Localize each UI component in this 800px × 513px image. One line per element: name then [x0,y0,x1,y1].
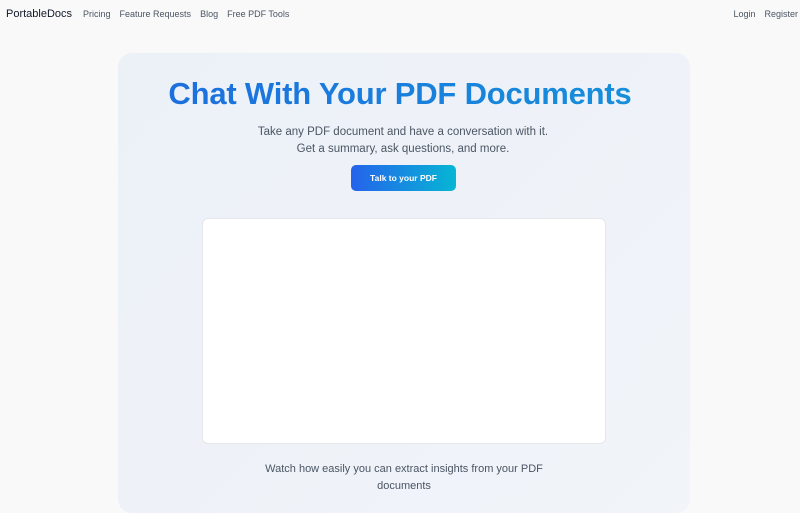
nav-link-feature-requests[interactable]: Feature Requests [120,9,192,19]
hero-title: Chat With Your PDF Documents [0,76,800,112]
talk-to-your-pdf-button[interactable]: Talk to your PDF [351,165,456,191]
nav-link-blog[interactable]: Blog [200,9,218,19]
demo-video-panel[interactable] [202,218,606,444]
login-link[interactable]: Login [733,9,755,19]
register-link[interactable]: Register [764,9,798,19]
auth-links: Login Register [733,9,798,19]
brand-logo-link[interactable]: PortableDocs [6,8,72,20]
top-navbar: PortableDocs Pricing Feature Requests Bl… [0,0,800,30]
demo-caption: Watch how easily you can extract insight… [265,463,543,492]
nav-link-free-pdf-tools[interactable]: Free PDF Tools [227,9,289,19]
nav-link-pricing[interactable]: Pricing [83,9,111,19]
nav-links: Pricing Feature Requests Blog Free PDF T… [83,9,289,19]
hero-subtitle: Take any PDF document and have a convers… [257,126,549,155]
